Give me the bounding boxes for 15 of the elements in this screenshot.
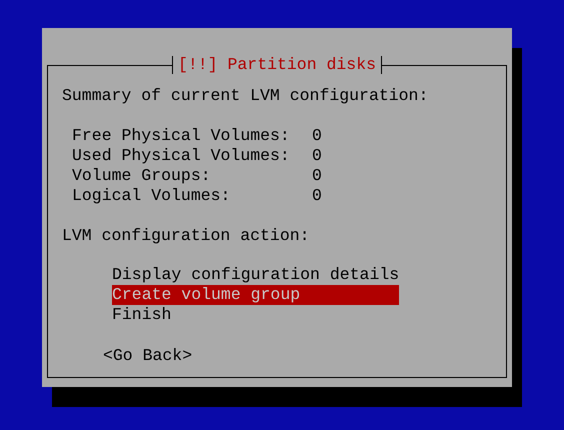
- summary-label: Logical Volumes:: [72, 186, 232, 206]
- summary-heading: Summary of current LVM configuration:: [62, 86, 428, 106]
- summary-value: 0: [312, 186, 322, 206]
- menu-item[interactable]: Display configuration details: [112, 265, 400, 285]
- menu-item[interactable]: Create volume group: [112, 285, 400, 305]
- action-heading: LVM configuration action:: [62, 226, 310, 246]
- dialog-title: [!!] Partition disks: [172, 56, 382, 74]
- summary-label: Used Physical Volumes:: [72, 146, 291, 166]
- go-back-button[interactable]: <Go Back>: [103, 346, 192, 366]
- summary-value: 0: [312, 166, 322, 186]
- menu-item[interactable]: Finish: [112, 305, 400, 325]
- summary-value: 0: [312, 126, 322, 146]
- summary-value: 0: [312, 146, 322, 166]
- summary-label: Volume Groups:: [72, 166, 212, 186]
- summary-label: Free Physical Volumes:: [72, 126, 291, 146]
